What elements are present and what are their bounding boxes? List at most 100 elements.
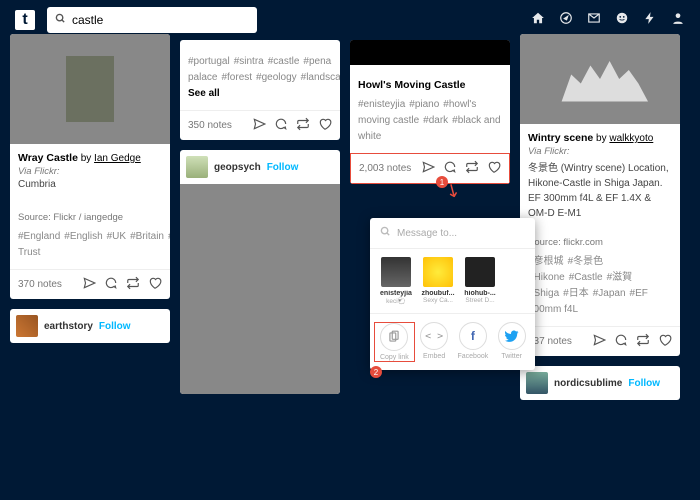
post-tags: #enisteyjia#piano#howl's moving castle#d… [358, 97, 502, 145]
reblog-icon[interactable] [465, 160, 479, 177]
share-contact[interactable]: zhoubuf...Sexy Ca... [420, 257, 456, 305]
annotation-badge-2: 2 [370, 366, 382, 378]
follow-button[interactable]: Follow [267, 162, 299, 173]
share-icon[interactable] [421, 160, 435, 177]
tag[interactable]: #portugal [188, 56, 230, 67]
share-option-label: Twitter [492, 353, 531, 360]
tag[interactable]: #日本 [563, 288, 589, 299]
column-4: Wintry scene by walkkyoto Via Flickr: 冬景… [520, 40, 680, 400]
post-image[interactable] [520, 34, 680, 124]
tag[interactable]: #UK [107, 231, 126, 242]
notes-count[interactable]: 2,003 notes [359, 163, 411, 174]
tag[interactable]: #enisteyjia [358, 99, 405, 110]
dashboard-columns: Wray Castle by Ian Gedge Via Flickr: Cum… [0, 40, 700, 400]
search-box[interactable] [47, 7, 257, 33]
like-icon[interactable] [658, 333, 672, 350]
share-option-copy-link[interactable]: Copy link [374, 322, 415, 362]
reblog-icon[interactable] [636, 333, 650, 350]
avatar[interactable] [16, 315, 38, 337]
home-icon[interactable] [531, 11, 545, 30]
see-all-link[interactable]: See all [188, 88, 220, 99]
share-options: Copy link< >EmbedfFacebookTwitter [370, 313, 535, 370]
follow-button[interactable]: Follow [99, 321, 131, 332]
tag[interactable]: #English [64, 231, 102, 242]
activity-icon[interactable] [643, 11, 657, 30]
avatar [381, 257, 411, 287]
tag[interactable]: #dark [423, 115, 448, 126]
post-card: #portugal#sintra#castle#pena palace#fore… [180, 40, 340, 140]
post-footer: 350 notes [180, 110, 340, 140]
tag[interactable]: #Castle [569, 272, 603, 283]
share-icon[interactable] [592, 333, 606, 350]
message-placeholder: Message to... [397, 228, 457, 239]
username[interactable]: nordicsublime [554, 378, 622, 389]
reply-icon[interactable] [443, 160, 457, 177]
tag[interactable]: #England [18, 231, 60, 242]
like-icon[interactable] [318, 117, 332, 134]
share-option-facebook[interactable]: fFacebook [454, 322, 493, 362]
share-option-embed[interactable]: < >Embed [415, 322, 454, 362]
share-icon[interactable] [82, 276, 96, 293]
share-message-input[interactable]: Message to... [370, 218, 535, 249]
tag[interactable]: #Britain [130, 231, 164, 242]
reply-icon[interactable] [104, 276, 118, 293]
avatar [423, 257, 453, 287]
tag[interactable]: #forest [221, 72, 252, 83]
tag[interactable]: #滋賀 [607, 272, 633, 283]
tag[interactable]: #geology [256, 72, 297, 83]
share-option-label: Embed [415, 353, 454, 360]
top-nav-icons [531, 11, 685, 30]
follow-button[interactable]: Follow [628, 378, 660, 389]
explore-icon[interactable] [559, 11, 573, 30]
share-option-twitter[interactable]: Twitter [492, 322, 531, 362]
tw-icon [498, 322, 526, 350]
search-input[interactable] [72, 13, 249, 27]
post-card: Howl's Moving Castle #enisteyjia#piano#h… [350, 40, 510, 184]
tag[interactable]: #British [168, 231, 170, 242]
post-media[interactable] [350, 40, 510, 65]
post-footer: 370 notes [10, 269, 170, 299]
fb-icon: f [459, 322, 487, 350]
post-card: nordicsublime Follow [520, 366, 680, 400]
post-image[interactable] [180, 184, 340, 394]
author-link[interactable]: walkkyoto [609, 133, 653, 144]
reply-icon[interactable] [274, 117, 288, 134]
search-icon [55, 11, 66, 29]
account-icon[interactable] [671, 11, 685, 30]
post-title: Wray Castle [18, 152, 78, 164]
tag[interactable]: #冬景色 [568, 256, 604, 267]
post-image[interactable] [10, 34, 170, 144]
source-label: Source: flickr.com [528, 237, 672, 248]
avatar[interactable] [186, 156, 208, 178]
post-tags: #彦根城#冬景色#Hikone#Castle#滋賀#Shiga#日本#Japan… [528, 254, 672, 318]
reblog-icon[interactable] [126, 276, 140, 293]
share-contact[interactable]: hiohub-...Street D... [462, 257, 498, 305]
username[interactable]: earthstory [44, 321, 93, 332]
reply-icon[interactable] [614, 333, 628, 350]
reblog-icon[interactable] [296, 117, 310, 134]
column-2: #portugal#sintra#castle#pena palace#fore… [180, 40, 340, 400]
tumblr-logo[interactable]: t [15, 10, 35, 30]
username[interactable]: geopsych [214, 162, 261, 173]
notes-count[interactable]: 350 notes [188, 120, 232, 131]
messaging-icon[interactable] [615, 11, 629, 30]
notes-count[interactable]: 370 notes [18, 279, 62, 290]
post-card: Wray Castle by Ian Gedge Via Flickr: Cum… [10, 34, 170, 299]
share-icon[interactable] [252, 117, 266, 134]
post-card: geopsych Follow [180, 150, 340, 394]
tag[interactable]: #castle [268, 56, 300, 67]
avatar[interactable] [526, 372, 548, 394]
contact-name: zhoubuf... [420, 290, 456, 297]
like-icon[interactable] [148, 276, 162, 293]
tag[interactable]: #piano [409, 99, 439, 110]
column-1: Wray Castle by Ian Gedge Via Flickr: Cum… [10, 40, 170, 400]
like-icon[interactable] [487, 160, 501, 177]
tag[interactable]: #Japan [593, 288, 626, 299]
author-link[interactable]: Ian Gedge [94, 153, 141, 164]
share-contact[interactable]: enisteyjiakeci🐑 [378, 257, 414, 305]
tag[interactable]: #sintra [234, 56, 264, 67]
inbox-icon[interactable] [587, 11, 601, 30]
post-tags: #England#English#UK#Britain#British#Cumb… [18, 229, 162, 261]
tag[interactable]: #landscape [301, 72, 340, 83]
post-card: Wintry scene by walkkyoto Via Flickr: 冬景… [520, 34, 680, 356]
